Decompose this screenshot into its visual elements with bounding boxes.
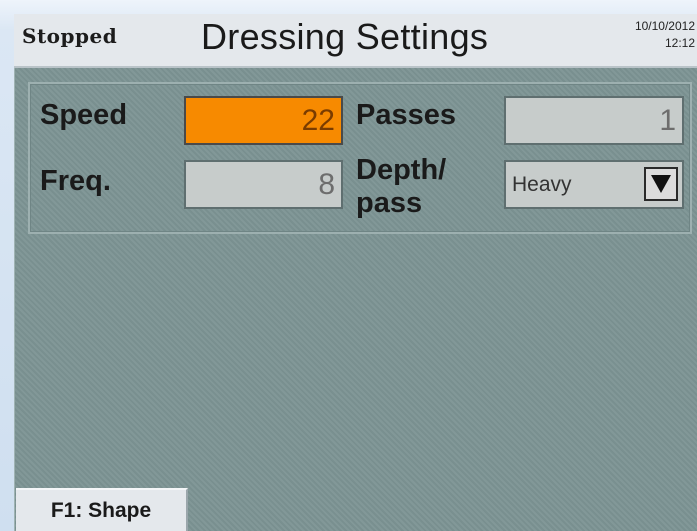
date-text: 10/10/2012: [634, 19, 695, 33]
depth-per-pass-value: Heavy: [512, 173, 572, 196]
title-bar: Stopped Dressing Settings 10/10/2012 12:…: [14, 14, 697, 68]
datetime-display: 10/10/2012 12:12: [635, 18, 695, 52]
passes-field[interactable]: 1: [504, 96, 684, 145]
speed-label: Speed: [40, 99, 128, 131]
dropdown-button[interactable]: [644, 167, 678, 201]
hmi-screen: Stopped Dressing Settings 10/10/2012 12:…: [14, 14, 697, 531]
speed-field[interactable]: 22: [184, 96, 343, 145]
settings-group: Speed 22 Passes 1 Freq. 8 Depth/ pass He…: [28, 82, 692, 234]
freq-field[interactable]: 8: [184, 160, 343, 209]
chevron-down-icon: [651, 175, 671, 193]
depth-label-line2: pass: [356, 187, 423, 219]
time-text: 12:12: [664, 36, 695, 50]
passes-label: Passes: [356, 99, 456, 131]
f1-shape-button[interactable]: F1: Shape: [16, 488, 188, 531]
freq-label: Freq.: [40, 165, 111, 197]
page-title: Dressing Settings: [201, 16, 489, 57]
depth-label-line1: Depth/: [356, 154, 447, 186]
depth-per-pass-dropdown[interactable]: Heavy: [504, 160, 684, 209]
machine-status: Stopped: [22, 24, 118, 48]
depth-per-pass-label: Depth/ pass: [356, 154, 446, 220]
